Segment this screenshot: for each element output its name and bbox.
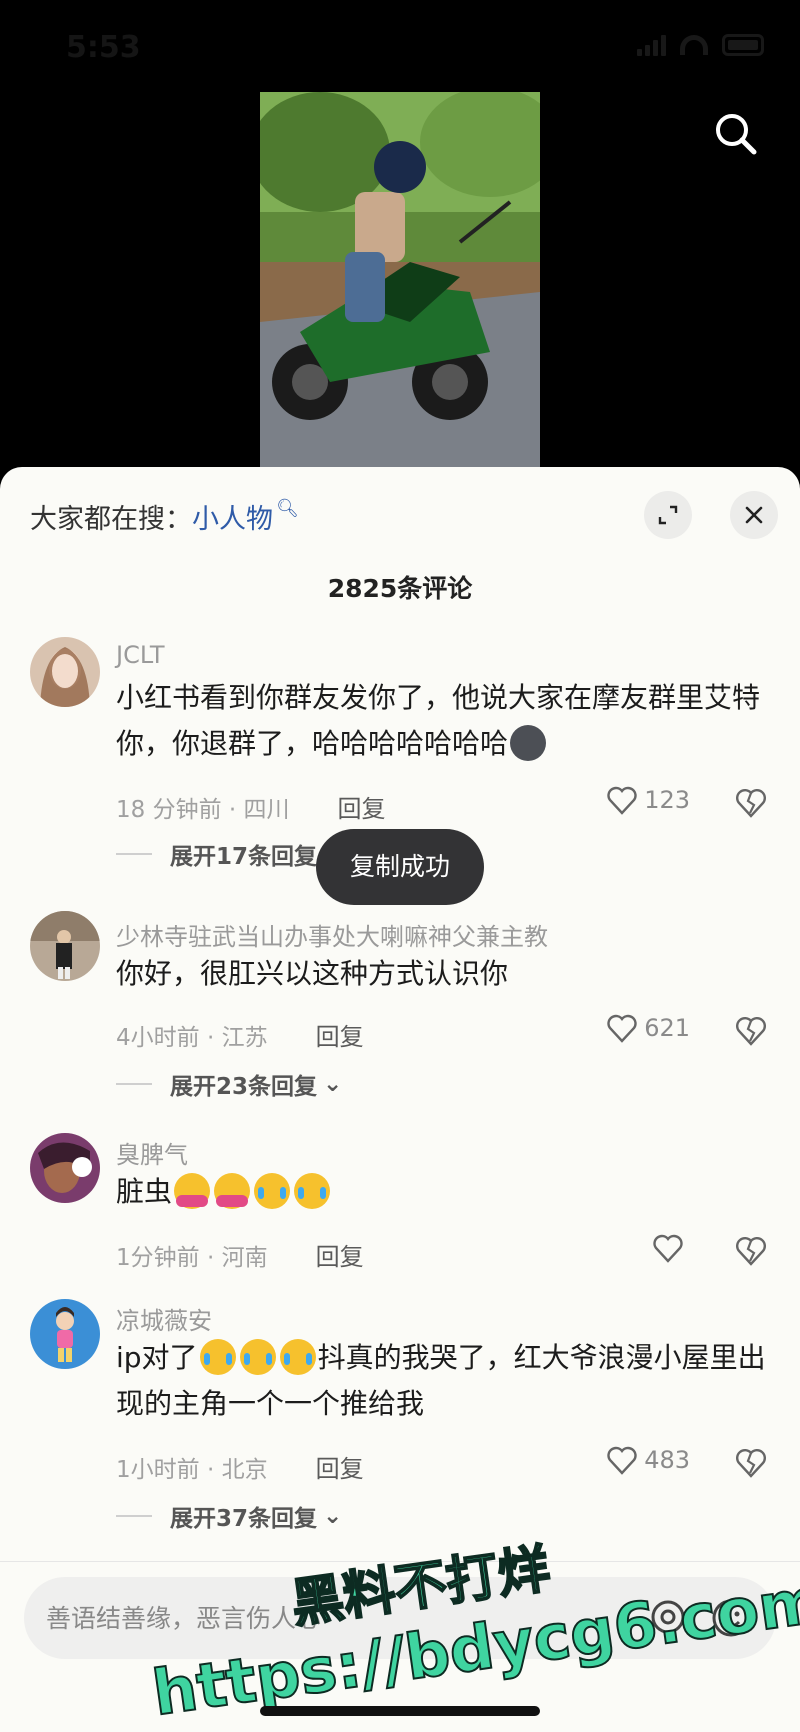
emoji-icon bbox=[510, 725, 547, 761]
like-count: 123 bbox=[644, 786, 690, 814]
emoji-icon bbox=[279, 1339, 316, 1375]
hot-search-term[interactable]: 小人物 bbox=[192, 497, 273, 536]
comment-text[interactable]: 小红书看到你群友发你了，他说大家在摩友群里艾特你，你退群了，哈哈哈哈哈哈哈 bbox=[116, 675, 766, 767]
expand-icon bbox=[658, 505, 678, 525]
avatar[interactable] bbox=[30, 1299, 100, 1369]
comment-time-location: 18 分钟前 · 四川 bbox=[116, 797, 290, 823]
reply-button[interactable]: 回复 bbox=[316, 1455, 364, 1483]
comment-text-content: 小红书看到你群友发你了，他说大家在摩友群里艾特你，你退群了，哈哈哈哈哈哈哈 bbox=[116, 681, 761, 760]
like-button[interactable] bbox=[652, 1233, 690, 1263]
cellular-signal-icon bbox=[637, 34, 666, 56]
search-small-icon: 🔍︎ bbox=[276, 498, 299, 519]
dislike-icon[interactable] bbox=[734, 1233, 768, 1267]
avatar[interactable] bbox=[30, 1133, 100, 1203]
emoji-icon bbox=[239, 1339, 276, 1375]
comment-meta: 4小时前 · 江苏 回复 bbox=[116, 1017, 364, 1052]
dislike-icon[interactable] bbox=[734, 785, 768, 819]
status-icons bbox=[637, 34, 764, 56]
emoji-icon bbox=[254, 1173, 291, 1209]
expand-replies-label: 展开17条回复 bbox=[170, 844, 318, 870]
like-count: 483 bbox=[644, 1446, 690, 1474]
comment-username[interactable]: 凉城薇安 bbox=[116, 1301, 212, 1336]
comment-username[interactable]: 臭脾气 bbox=[116, 1135, 188, 1170]
wifi-icon bbox=[680, 35, 708, 55]
comment-sheet: 大家都在搜： 小人物 🔍︎ 2825条评论 JCLT 小红书看到你群友发你了，他… bbox=[0, 467, 800, 1732]
emoji-icon bbox=[294, 1173, 331, 1209]
like-button[interactable]: 483 bbox=[606, 1445, 690, 1475]
comment-time-location: 4小时前 · 江苏 bbox=[116, 1025, 268, 1051]
battery-icon bbox=[722, 34, 764, 56]
close-sheet-button[interactable] bbox=[730, 491, 778, 539]
like-button[interactable]: 123 bbox=[606, 785, 690, 815]
expand-replies-button[interactable]: 展开37条回复 ⌄ bbox=[116, 1499, 342, 1533]
heart-icon bbox=[607, 1446, 637, 1475]
emoji-icon bbox=[174, 1173, 211, 1209]
divider-line bbox=[116, 1083, 152, 1085]
heart-icon bbox=[607, 786, 637, 815]
comment-text-content: 脏虫 bbox=[116, 1175, 173, 1208]
comment-text[interactable]: ip对了 抖真的我哭了，红大爷浪漫小屋里出现的主角一个一个推给我 bbox=[116, 1335, 766, 1427]
toast-message: 复制成功 bbox=[316, 829, 484, 905]
divider-line bbox=[116, 853, 152, 855]
status-time: 5:53 bbox=[66, 30, 141, 65]
comment-text[interactable]: 你好，很肛兴以这种方式认识你 bbox=[116, 951, 766, 997]
expand-sheet-button[interactable] bbox=[644, 491, 692, 539]
reply-button[interactable]: 回复 bbox=[316, 1023, 364, 1051]
expand-replies-label: 展开23条回复 bbox=[170, 1074, 318, 1100]
like-count: 621 bbox=[644, 1014, 690, 1042]
video-thumbnail[interactable] bbox=[260, 92, 540, 470]
dislike-icon[interactable] bbox=[734, 1445, 768, 1479]
comment-count: 2825条评论 bbox=[327, 574, 473, 603]
expand-replies-label: 展开37条回复 bbox=[170, 1506, 318, 1532]
like-button[interactable]: 621 bbox=[606, 1013, 690, 1043]
close-icon bbox=[745, 506, 763, 524]
home-indicator[interactable] bbox=[260, 1706, 540, 1716]
hot-search-prefix: 大家都在搜： bbox=[30, 504, 192, 535]
status-bar: 5:53 bbox=[0, 0, 800, 90]
comment-meta: 1分钟前 · 河南 回复 bbox=[116, 1237, 364, 1272]
comment-meta: 18 分钟前 · 四川 回复 bbox=[116, 789, 386, 824]
divider-line bbox=[116, 1515, 152, 1517]
heart-icon bbox=[653, 1234, 683, 1263]
chevron-down-icon: ⌄ bbox=[323, 1071, 343, 1097]
comment-text-content: ip对了 bbox=[116, 1341, 198, 1374]
emoji-icon bbox=[199, 1339, 236, 1375]
comment-username[interactable]: JCLT bbox=[116, 641, 165, 669]
comment-input-placeholder: 善语结善缘，恶言伤人心 bbox=[46, 1604, 322, 1633]
emoji-icon bbox=[214, 1173, 251, 1209]
expand-replies-button[interactable]: 展开23条回复 ⌄ bbox=[116, 1067, 342, 1101]
expand-replies-button[interactable]: 展开17条回复 bbox=[116, 837, 317, 871]
dislike-icon[interactable] bbox=[734, 1013, 768, 1047]
comment-time-location: 1小时前 · 北京 bbox=[116, 1457, 268, 1483]
chevron-down-icon: ⌄ bbox=[323, 1503, 343, 1529]
comment-meta: 1小时前 · 北京 回复 bbox=[116, 1449, 364, 1484]
avatar[interactable] bbox=[30, 637, 100, 707]
comment-username[interactable]: 少林寺驻武当山办事处大喇嘛神父兼主教 bbox=[116, 917, 548, 952]
search-icon[interactable] bbox=[712, 110, 760, 158]
avatar[interactable] bbox=[30, 911, 100, 981]
reply-button[interactable]: 回复 bbox=[316, 1243, 364, 1271]
comment-text[interactable]: 脏虫 bbox=[116, 1169, 766, 1215]
hot-search-bar[interactable]: 大家都在搜： 小人物 🔍︎ bbox=[30, 497, 299, 536]
reply-button[interactable]: 回复 bbox=[338, 795, 386, 823]
heart-icon bbox=[607, 1014, 637, 1043]
comment-time-location: 1分钟前 · 河南 bbox=[116, 1245, 268, 1271]
